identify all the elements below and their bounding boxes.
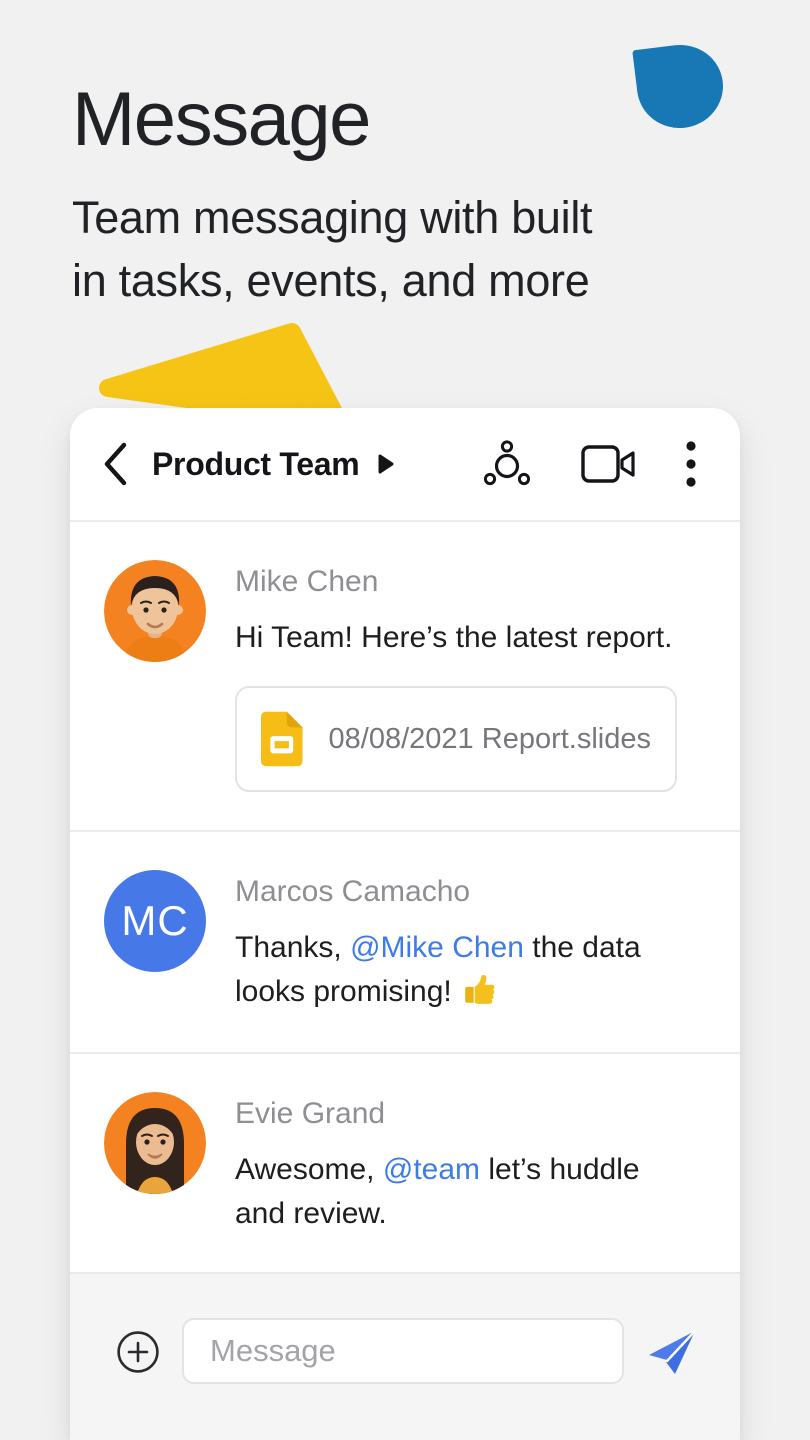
back-chevron-icon — [100, 441, 128, 487]
more-options-button[interactable] — [686, 441, 696, 487]
page-title: Message — [72, 76, 370, 163]
mention-link[interactable]: @team — [383, 1153, 480, 1186]
message-body: Marcos Camacho Thanks, @Mike Chen the da… — [235, 870, 641, 1014]
add-attachment-button[interactable] — [116, 1330, 160, 1379]
message-text-prefix: Thanks, — [235, 931, 350, 964]
thumbs-up-emoji-text: 👍 — [460, 970, 461, 971]
message-author: Marcos Camacho — [235, 874, 641, 910]
plus-circle-icon — [116, 1330, 160, 1374]
message-composer — [70, 1272, 740, 1440]
blue-blob-decoration — [632, 40, 727, 133]
kebab-menu-icon — [686, 441, 696, 487]
yellow-triangle-decoration — [88, 316, 353, 411]
message-text: Awesome, @team let’s huddle and review. — [235, 1148, 640, 1236]
message-author: Evie Grand — [235, 1096, 640, 1132]
chat-app-card: Product Team — [70, 408, 740, 1440]
photo-avatar-male — [104, 560, 206, 662]
photo-avatar-female — [104, 1092, 206, 1194]
avatar-mike-chen[interactable] — [104, 560, 206, 662]
slides-file-icon — [261, 702, 303, 776]
video-call-button[interactable] — [580, 442, 636, 486]
chat-header: Product Team — [70, 408, 740, 520]
message-row-mike: Mike Chen Hi Team! Here’s the latest rep… — [70, 522, 740, 830]
page-subtitle: Team messaging with built in tasks, even… — [72, 186, 592, 312]
message-row-evie: Evie Grand Awesome, @team let’s huddle a… — [70, 1054, 740, 1272]
message-text-prefix: Awesome, — [235, 1153, 383, 1186]
send-paper-plane-icon — [646, 1326, 700, 1380]
avatar-marcos-camacho[interactable]: MC — [104, 870, 206, 972]
message-author: Mike Chen — [235, 564, 677, 600]
conversation-title[interactable]: Product Team — [152, 446, 359, 483]
message-text: Hi Team! Here’s the latest report. — [235, 616, 677, 660]
huddle-button[interactable] — [484, 439, 530, 489]
huddle-icon — [484, 439, 530, 489]
message-list: Mike Chen Hi Team! Here’s the latest rep… — [70, 522, 740, 1272]
back-button[interactable] — [100, 441, 128, 487]
thumbs-up-emoji — [462, 971, 498, 1007]
message-body: Mike Chen Hi Team! Here’s the latest rep… — [235, 560, 677, 792]
expand-conversation-button[interactable] — [377, 452, 395, 476]
message-text: Thanks, @Mike Chen the data looks promis… — [235, 926, 641, 1014]
attachment-filename: 08/08/2021 Report.slides — [329, 723, 651, 756]
avatar-evie-grand[interactable] — [104, 1092, 206, 1194]
caret-right-icon — [377, 452, 395, 476]
send-button[interactable] — [646, 1326, 700, 1385]
attachment-card[interactable]: 08/08/2021 Report.slides — [235, 686, 677, 792]
message-row-marcos: MC Marcos Camacho Thanks, @Mike Chen the… — [70, 832, 740, 1052]
video-camera-icon — [580, 442, 636, 486]
mention-link[interactable]: @Mike Chen — [350, 931, 524, 964]
message-body: Evie Grand Awesome, @team let’s huddle a… — [235, 1092, 640, 1236]
message-input[interactable] — [182, 1318, 624, 1384]
